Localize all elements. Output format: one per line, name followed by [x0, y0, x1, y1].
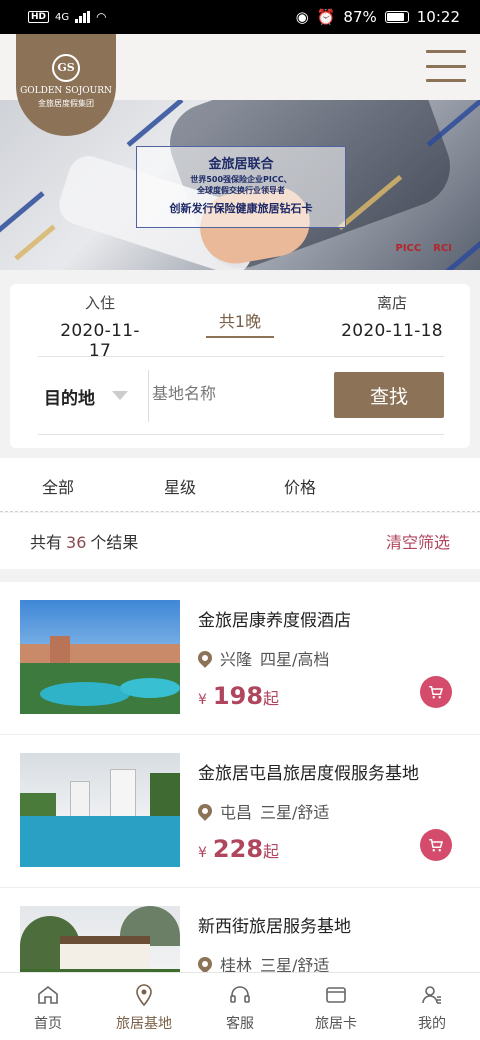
- headset-icon: [230, 986, 250, 1003]
- network-type: 4G: [55, 11, 70, 23]
- price-suffix: 起: [263, 689, 280, 708]
- battery-percent: 87%: [343, 8, 377, 26]
- nav-card-label: 旅居卡: [315, 1016, 357, 1032]
- signal-icon: [75, 11, 91, 23]
- banner-slogan: 创新发行保险健康旅居钻石卡: [169, 202, 313, 215]
- listing-item[interactable]: 金旅居屯昌旅居度假服务基地 屯昌 三星/舒适 ¥ 228 起: [0, 735, 480, 888]
- banner-line1: 世界500强保险企业PICC、: [190, 175, 292, 184]
- price-suffix: 起: [263, 842, 280, 861]
- checkout-label: 离店: [376, 294, 407, 312]
- cart-icon[interactable]: [420, 676, 452, 708]
- hd-badge: HD: [28, 11, 50, 23]
- nav-bases[interactable]: 旅居基地: [96, 973, 192, 1040]
- bottom-nav: 首页 旅居基地 客服 旅居卡 我的: [0, 972, 480, 1040]
- logo-emblem: GS: [52, 54, 80, 82]
- checkin-label: 入住: [84, 294, 115, 312]
- filter-tab-price[interactable]: 价格: [284, 474, 316, 498]
- divider: [38, 434, 444, 435]
- listing-name: 新西街旅居服务基地: [198, 917, 351, 937]
- location-pin-icon: [195, 801, 215, 821]
- listing-item[interactable]: 金旅居康养度假酒店 兴隆 四星/高档 ¥ 198 起: [0, 582, 480, 735]
- listing-location: 屯昌 三星/舒适: [195, 799, 330, 823]
- destination-row: 目的地 查找: [10, 364, 470, 426]
- rci-logo: RCI: [433, 243, 452, 254]
- checkin-date-picker[interactable]: 入住 2020-11-17: [50, 292, 150, 361]
- result-count-prefix: 共有: [30, 533, 63, 552]
- location-pin-icon: [195, 954, 215, 974]
- hotel-thumbnail: [20, 600, 180, 714]
- banner-title: 金旅居联合: [208, 157, 274, 172]
- partner-logos: PICC RCI: [396, 243, 453, 254]
- card-icon: [326, 987, 346, 1003]
- nav-service-label: 客服: [226, 1016, 254, 1032]
- price-amount: 228: [212, 835, 264, 863]
- hamburger-icon[interactable]: [426, 50, 466, 82]
- brand-logo[interactable]: GS GOLDEN SOJOURN 金旅居度假集团: [16, 34, 116, 136]
- location-pin-icon: [195, 648, 215, 668]
- filter-bar: 全部 星级 价格: [0, 458, 480, 512]
- decor-stripe: [14, 224, 56, 261]
- picc-logo: PICC: [395, 243, 422, 254]
- divider: [148, 370, 149, 422]
- banner-line2: 全球度假交换行业领导者: [197, 186, 285, 195]
- banner-headline: 金旅居联合 世界500强保险企业PICC、 全球度假交换行业领导者 创新发行保险…: [136, 146, 346, 228]
- logo-subtitle: 金旅居度假集团: [38, 99, 94, 108]
- listing-grade: 四星/高档: [260, 650, 330, 669]
- base-name-search-input[interactable]: [152, 378, 322, 408]
- result-count-number: 36: [66, 533, 87, 552]
- results-summary: 共有 36 个结果 清空筛选: [0, 513, 480, 569]
- nav-profile-label: 我的: [418, 1016, 446, 1032]
- price-amount: 198: [212, 682, 264, 710]
- search-card: 入住 2020-11-17 共1晚 离店 2020-11-18 目的地 查找: [10, 284, 470, 448]
- clear-filters-link[interactable]: 清空筛选: [386, 529, 450, 553]
- listing-city: 屯昌: [220, 803, 253, 822]
- currency-symbol: ¥: [198, 845, 207, 861]
- currency-symbol: ¥: [198, 692, 207, 708]
- eye-icon: ◉: [295, 8, 309, 26]
- checkin-date: 2020-11-17: [60, 321, 140, 361]
- listing-city: 兴隆: [220, 650, 253, 669]
- divider: [38, 356, 444, 357]
- listing-name: 金旅居康养度假酒店: [198, 611, 351, 631]
- home-icon: [38, 985, 58, 1004]
- logo-wordmark: GOLDEN SOJOURN: [20, 86, 112, 96]
- listing-price: ¥ 198 起: [198, 682, 279, 710]
- result-count-suffix: 个结果: [90, 533, 139, 552]
- chevron-down-icon[interactable]: [112, 391, 128, 400]
- listing-location: 兴隆 四星/高档: [195, 646, 330, 670]
- filter-tab-all[interactable]: 全部: [42, 474, 74, 498]
- nav-service[interactable]: 客服: [192, 973, 288, 1040]
- location-icon: [136, 984, 152, 1007]
- nav-profile[interactable]: 我的: [384, 973, 480, 1040]
- checkout-date: 2020-11-18: [341, 321, 443, 341]
- listing-grade: 三星/舒适: [260, 803, 330, 822]
- battery-icon: [384, 11, 409, 23]
- user-icon: [422, 986, 441, 1004]
- clock: 10:22: [416, 8, 460, 26]
- alarm-icon: ⏰: [316, 8, 336, 26]
- checkout-date-picker[interactable]: 离店 2020-11-18: [332, 292, 452, 341]
- nav-home[interactable]: 首页: [0, 973, 96, 1040]
- search-button[interactable]: 查找: [334, 372, 444, 418]
- destination-dropdown[interactable]: 目的地: [44, 384, 95, 409]
- cart-icon[interactable]: [420, 829, 452, 861]
- hotel-thumbnail: [20, 753, 180, 867]
- listing-name: 金旅居屯昌旅居度假服务基地: [198, 764, 419, 784]
- decor-stripe: [0, 191, 45, 234]
- status-bar: HD 4G ◠ ◉ ⏰ 87% 10:22: [0, 0, 480, 34]
- nav-bases-label: 旅居基地: [116, 1016, 172, 1032]
- nights-count: 共1晚: [206, 308, 274, 338]
- wifi-icon: ◠: [96, 10, 107, 24]
- result-count: 共有 36 个结果: [30, 529, 138, 553]
- nav-home-label: 首页: [34, 1016, 62, 1032]
- date-selector[interactable]: 入住 2020-11-17 共1晚 离店 2020-11-18: [10, 284, 470, 361]
- nav-card[interactable]: 旅居卡: [288, 973, 384, 1040]
- filter-tab-star[interactable]: 星级: [164, 474, 196, 498]
- listing-price: ¥ 228 起: [198, 835, 279, 863]
